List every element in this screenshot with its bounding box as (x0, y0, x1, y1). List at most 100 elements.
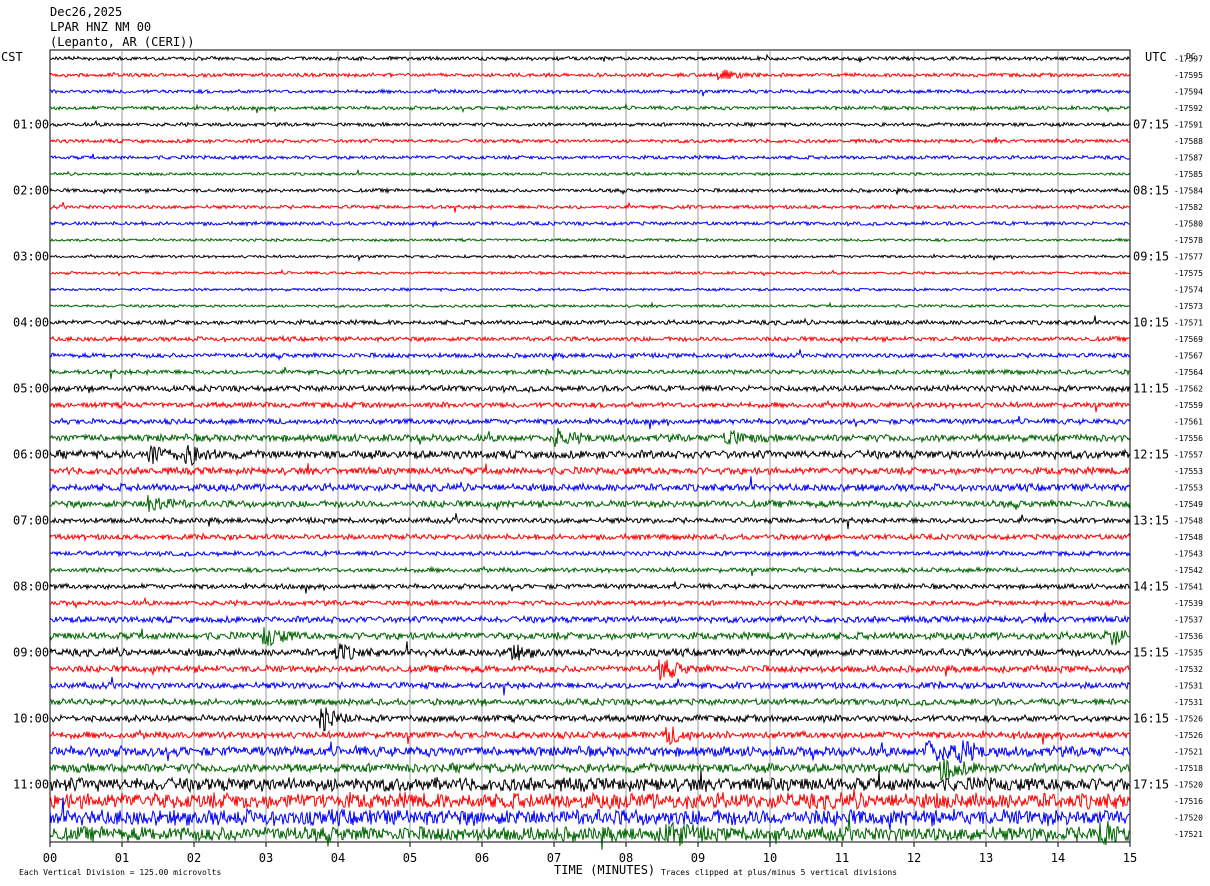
left-hour-label: 01:00 (13, 118, 49, 132)
seismic-trace (49, 513, 1131, 529)
seismic-trace (49, 53, 1131, 63)
dc-offset-label: -17541 (1174, 583, 1203, 592)
seismic-trace (49, 740, 1131, 764)
seismic-trace (49, 596, 1130, 610)
left-hour-label: 03:00 (13, 250, 49, 264)
dc-offset-label: -17585 (1174, 170, 1203, 179)
seismic-trace (49, 237, 1131, 243)
left-hour-label: 04:00 (13, 316, 49, 330)
right-hour-label: 09:15 (1133, 250, 1169, 264)
dc-offset-label: -17584 (1174, 187, 1203, 196)
x-tick-label: 15 (1123, 851, 1137, 865)
seismic-trace (49, 137, 1131, 145)
seismic-trace (49, 565, 1131, 577)
dc-offset-label: -17531 (1174, 698, 1203, 707)
seismic-trace (49, 788, 1131, 811)
x-tick-label: 13 (979, 851, 993, 865)
dc-offset-label: -17595 (1174, 71, 1203, 80)
seismic-trace (50, 220, 1131, 229)
seismic-trace (49, 334, 1131, 344)
right-hour-label: 10:15 (1133, 316, 1169, 330)
seismic-trace (49, 758, 1131, 781)
dc-offset-label: -17553 (1174, 484, 1203, 493)
seismic-trace (49, 119, 1131, 129)
seismic-trace (49, 186, 1131, 196)
seismic-trace (50, 415, 1131, 430)
dc-offset-label: -17561 (1174, 418, 1203, 427)
x-tick-label: 06 (475, 851, 489, 865)
dc-offset-label: -17567 (1174, 352, 1203, 361)
seismic-trace (49, 201, 1131, 213)
dc-offset-label: -17536 (1174, 632, 1203, 641)
dc-offset-labels: -17597 -17595 -17594 -17592 -17591 -17588 -175… (1174, 55, 1203, 840)
dc-offset-label: -17543 (1174, 550, 1203, 559)
left-time-labels: 01:00 02:00 03:00 04:00 05:00 06:00 07:00 08:00… (13, 118, 49, 792)
right-hour-label: 07:15 (1133, 118, 1169, 132)
left-hour-label: 08:00 (13, 580, 49, 594)
right-hour-label: 15:15 (1133, 646, 1169, 660)
dc-offset-label: -17549 (1174, 500, 1203, 509)
dc-offset-label: -17580 (1174, 220, 1203, 229)
header-date: Dec26,2025 (50, 5, 122, 19)
dc-offset-label: -17562 (1174, 385, 1203, 394)
right-hour-label: 11:15 (1133, 382, 1169, 396)
x-tick-label: 05 (403, 851, 417, 865)
x-tick-label: 02 (187, 851, 201, 865)
dc-offset-label: -17569 (1174, 335, 1203, 344)
dc-offset-label: -17518 (1174, 764, 1203, 773)
x-tick-label: 03 (259, 851, 273, 865)
seismic-trace (49, 87, 1131, 97)
seismic-trace (49, 69, 1131, 81)
seismic-trace (49, 495, 1131, 513)
plot-grid (49, 49, 1131, 843)
left-hour-label: 06:00 (13, 448, 49, 462)
seismic-trace (49, 659, 1131, 681)
x-tick-label: 04 (331, 851, 345, 865)
scale-note: Each Vertical Division = 125.00 microvol… (19, 868, 221, 877)
dc-offset-label: -17559 (1174, 401, 1203, 410)
right-hour-label: 17:15 (1133, 778, 1169, 792)
seismic-trace (49, 399, 1131, 413)
x-tick-label: 14 (1051, 851, 1065, 865)
dc-offset-label: -17582 (1174, 203, 1203, 212)
dc-offset-label: -17575 (1174, 269, 1203, 278)
seismic-trace (49, 287, 1131, 293)
dc-offset-label: -17574 (1174, 286, 1203, 295)
trace-group (49, 53, 1131, 850)
seismic-trace (49, 641, 1131, 661)
dc-offset-label: -17564 (1174, 368, 1203, 377)
seismic-trace (49, 153, 1131, 161)
header-station: LPAR HNZ NM 00 (50, 20, 151, 34)
seismic-trace (49, 427, 1131, 447)
x-tick-label: 12 (907, 851, 921, 865)
dc-offset-label: -17594 (1174, 88, 1203, 97)
seismic-trace (49, 349, 1131, 362)
seismic-trace (49, 581, 1131, 594)
x-tick-label: 01 (115, 851, 129, 865)
dc-offset-label: -17597 (1174, 55, 1203, 64)
seismic-trace (49, 301, 1131, 309)
seismic-trace (49, 769, 1131, 794)
dc-offset-label: -17571 (1174, 319, 1203, 328)
seismic-trace (49, 253, 1131, 262)
dc-offset-label: -17557 (1174, 451, 1203, 460)
dc-offset-label: -17516 (1174, 797, 1203, 806)
dc-offset-label: -17587 (1174, 154, 1203, 163)
seismic-trace (49, 612, 1131, 625)
dc-offset-label: -17532 (1174, 665, 1203, 674)
right-time-labels: 07:15 08:15 09:15 10:15 11:15 12:15 13:15 14:15… (1133, 118, 1169, 792)
left-hour-label: 10:00 (13, 712, 49, 726)
seismic-trace (49, 268, 1131, 277)
x-tick-label: 10 (763, 851, 777, 865)
dc-offset-label: -17521 (1174, 830, 1203, 839)
dc-offset-label: -17592 (1174, 104, 1203, 113)
right-hour-label: 08:15 (1133, 184, 1169, 198)
x-tick-label: 09 (691, 851, 705, 865)
seismic-trace (49, 315, 1131, 327)
seismic-trace (49, 476, 1131, 493)
x-axis-title: TIME (MINUTES) (554, 863, 655, 877)
plot-frame (49, 49, 1131, 843)
seismic-trace (49, 549, 1131, 558)
seismic-trace (49, 169, 1131, 177)
seismic-trace (49, 444, 1131, 466)
